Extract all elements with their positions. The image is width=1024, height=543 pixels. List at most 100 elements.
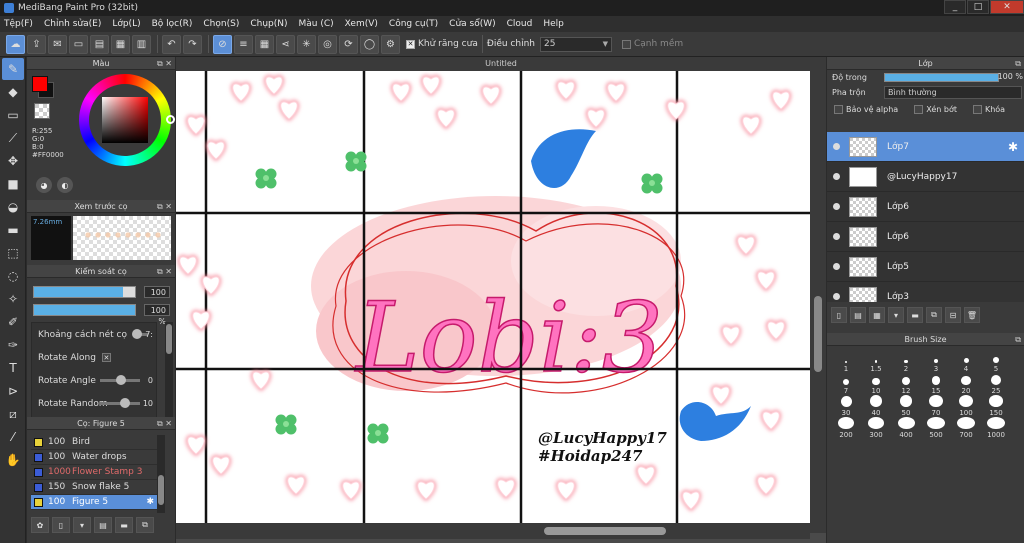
hand-tool-icon[interactable]: ✋ bbox=[2, 449, 24, 471]
move-tool-icon[interactable]: ✥ bbox=[2, 150, 24, 172]
brush-size-option[interactable]: 30 bbox=[831, 395, 861, 417]
blend-mode-select[interactable]: Bình thường bbox=[884, 86, 1022, 99]
color-picker-icon[interactable]: ◐ bbox=[57, 177, 73, 193]
brush-size-option[interactable]: 100 bbox=[951, 395, 981, 417]
brush-size-option[interactable]: 500 bbox=[921, 417, 951, 439]
select-eraser-tool-icon[interactable]: ✑ bbox=[2, 334, 24, 356]
brush-size-option[interactable]: 40 bbox=[861, 395, 891, 417]
folder-icon[interactable]: ▬ bbox=[907, 307, 923, 323]
brush-size-option[interactable]: 5 bbox=[981, 351, 1011, 373]
brush-size-option[interactable]: 7 bbox=[831, 373, 861, 395]
layer-row[interactable]: @LucyHappy17 bbox=[827, 162, 1024, 192]
hue-marker[interactable] bbox=[166, 115, 175, 124]
brush-opacity-value[interactable]: 100 % bbox=[144, 304, 170, 326]
snap-ellipse-icon[interactable]: ◯ bbox=[360, 34, 379, 54]
undo-icon[interactable]: ↶ bbox=[162, 34, 181, 54]
antialias-toggle[interactable]: ✕ Khử răng cưa bbox=[406, 39, 478, 49]
menu-edit[interactable]: Chỉnh sửa(E) bbox=[44, 19, 101, 29]
snap-curve-icon[interactable]: ⟳ bbox=[339, 34, 358, 54]
panel-close-icon[interactable]: ⧉ ✕ bbox=[157, 417, 172, 430]
brush-size-value[interactable]: 100 bbox=[144, 286, 170, 298]
brush-size-option[interactable]: 300 bbox=[861, 417, 891, 439]
lasso-tool-icon[interactable]: ◌ bbox=[2, 265, 24, 287]
visibility-icon[interactable] bbox=[833, 293, 840, 300]
document-tab[interactable]: Untitled bbox=[176, 57, 826, 71]
menu-filter[interactable]: Bộ lọc(R) bbox=[152, 19, 193, 29]
layer-row[interactable]: Lớp5 bbox=[827, 252, 1024, 282]
brush-params-scrollbar[interactable] bbox=[165, 322, 173, 427]
brush-size-option[interactable]: 20 bbox=[951, 373, 981, 395]
brush-size-option[interactable]: 1.5 bbox=[861, 351, 891, 373]
comment-icon[interactable]: ✉ bbox=[48, 34, 67, 54]
rect-shape-tool-icon[interactable]: ▭ bbox=[2, 104, 24, 126]
saturation-value-square[interactable] bbox=[102, 97, 148, 143]
protect-alpha-checkbox[interactable] bbox=[834, 104, 843, 114]
menu-tools[interactable]: Công cụ(T) bbox=[389, 19, 438, 29]
visibility-icon[interactable] bbox=[833, 263, 840, 270]
brush-tool-icon[interactable]: ✎ bbox=[2, 58, 24, 80]
rotate-angle-slider[interactable] bbox=[100, 375, 140, 385]
snap-radial-icon[interactable]: ✳ bbox=[297, 34, 316, 54]
scrollbar-thumb[interactable] bbox=[544, 527, 666, 535]
new-layer-icon[interactable]: ▯ bbox=[831, 307, 847, 323]
line-tool-icon[interactable]: ⟋ bbox=[2, 127, 24, 149]
document-icon[interactable]: ▤ bbox=[90, 34, 109, 54]
panel-close-icon[interactable]: ⧉ ✕ bbox=[157, 200, 172, 213]
duplicate-layer-icon[interactable]: ⧉ bbox=[926, 307, 942, 323]
rotate-random-slider[interactable] bbox=[100, 398, 140, 408]
hue-wheel[interactable] bbox=[79, 74, 175, 166]
brush-size-option[interactable]: 400 bbox=[891, 417, 921, 439]
rotate-along-checkbox[interactable]: ✕ bbox=[101, 353, 111, 362]
transparent-color-swatch[interactable] bbox=[34, 103, 50, 119]
new-layer-image-icon[interactable]: ▤ bbox=[850, 307, 866, 323]
brush-size-option[interactable]: 4 bbox=[951, 351, 981, 373]
maximize-button[interactable]: □ bbox=[967, 0, 989, 14]
brush-size-option[interactable]: 15 bbox=[921, 373, 951, 395]
close-button[interactable]: ✕ bbox=[990, 0, 1024, 14]
brush-list-scrollbar[interactable] bbox=[157, 435, 165, 513]
add-brush-icon[interactable]: ✿ bbox=[31, 517, 49, 533]
brush-size-option[interactable]: 70 bbox=[921, 395, 951, 417]
layer-row-selected[interactable]: Lớp7 ✱ bbox=[827, 132, 1024, 162]
correction-select[interactable]: 25 ▼ bbox=[539, 36, 612, 52]
grid-view-icon[interactable]: ▦ bbox=[111, 34, 130, 54]
panel-close-icon[interactable]: ⧉ bbox=[1015, 333, 1021, 346]
brush-size-option[interactable]: 50 bbox=[891, 395, 921, 417]
folder-icon[interactable]: ▬ bbox=[115, 517, 133, 533]
snap-parallel-icon[interactable]: ≡ bbox=[234, 34, 253, 54]
scrollbar-thumb[interactable] bbox=[158, 475, 164, 505]
gear-icon[interactable]: ✱ bbox=[1008, 140, 1018, 154]
rect-select-tool-icon[interactable]: ⬚ bbox=[2, 242, 24, 264]
menu-view[interactable]: Xem(V) bbox=[345, 19, 378, 29]
merge-layer-icon[interactable]: ⊟ bbox=[945, 307, 961, 323]
snap-cross-icon[interactable]: ▦ bbox=[255, 34, 274, 54]
soft-edge-toggle[interactable]: Cạnh mềm bbox=[621, 39, 683, 49]
layer-row[interactable]: Lớp6 bbox=[827, 192, 1024, 222]
panel-close-icon[interactable]: ⧉ bbox=[1015, 57, 1021, 70]
page-icon[interactable]: ▭ bbox=[69, 34, 88, 54]
divide-tool-icon[interactable]: ⧄ bbox=[2, 403, 24, 425]
brush-size-option[interactable]: 700 bbox=[951, 417, 981, 439]
layout-icon[interactable]: ▥ bbox=[132, 34, 151, 54]
soft-edge-checkbox[interactable] bbox=[621, 39, 631, 49]
brush-item[interactable]: 100 Water drops bbox=[31, 450, 157, 465]
snap-circle-icon[interactable]: ◎ bbox=[318, 34, 337, 54]
brush-item[interactable]: 100 Bird bbox=[31, 435, 157, 450]
protect-alpha-toggle[interactable]: Bảo vệ alpha bbox=[834, 104, 898, 114]
layer-menu-icon[interactable]: ▾ bbox=[888, 307, 904, 323]
panel-close-icon[interactable]: ⧉ ✕ bbox=[157, 265, 172, 278]
redo-icon[interactable]: ↷ bbox=[183, 34, 202, 54]
antialias-checkbox[interactable]: ✕ bbox=[406, 39, 415, 49]
snap-vanish-icon[interactable]: ⋖ bbox=[276, 34, 295, 54]
brush-size-option[interactable]: 2 bbox=[891, 351, 921, 373]
scrollbar-thumb[interactable] bbox=[166, 324, 172, 354]
menu-cloud[interactable]: Cloud bbox=[507, 19, 533, 29]
new-layer-text-icon[interactable]: ▦ bbox=[869, 307, 885, 323]
duplicate-icon[interactable]: ⧉ bbox=[136, 517, 154, 533]
menu-select[interactable]: Chọn(S) bbox=[203, 19, 239, 29]
brush-opacity-slider[interactable] bbox=[33, 304, 136, 316]
share-icon[interactable]: ⇪ bbox=[27, 34, 46, 54]
rotate-angle-knob[interactable] bbox=[116, 375, 126, 385]
menu-window[interactable]: Cửa sổ(W) bbox=[449, 19, 495, 29]
lock-toggle[interactable]: Khóa bbox=[972, 104, 1005, 114]
